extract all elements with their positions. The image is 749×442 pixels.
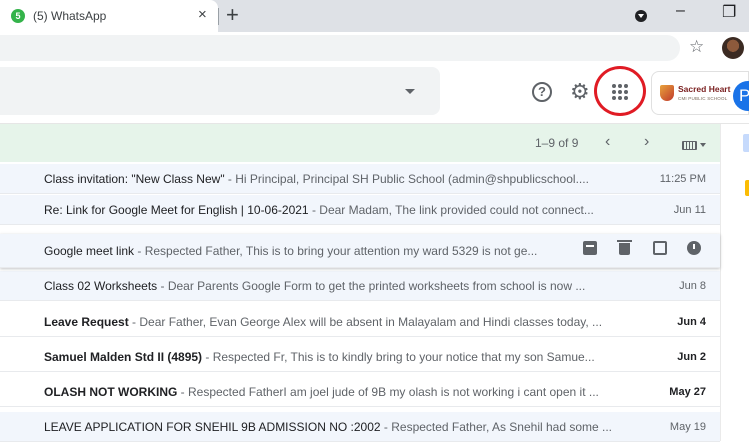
email-subject: OLASH NOT WORKING	[44, 385, 178, 399]
delete-icon[interactable]	[617, 240, 632, 255]
help-icon[interactable]: ?	[532, 82, 552, 102]
input-tools-keyboard-icon[interactable]	[682, 141, 697, 150]
search-options-dropdown-icon[interactable]	[405, 89, 415, 94]
email-summary: Class invitation: "New Class New" - Hi P…	[44, 172, 619, 186]
restore-window-button[interactable]: ❐	[722, 2, 736, 22]
email-row[interactable]: LEAVE APPLICATION FOR SNEHIL 9B ADMISSIO…	[0, 412, 720, 442]
email-row[interactable]: Re: Link for Google Meet for English | 1…	[0, 195, 720, 225]
browser-profile-avatar[interactable]	[722, 37, 744, 59]
side-panel-strip	[720, 124, 749, 441]
email-snippet: - Dear Madam, The link provided could no…	[308, 203, 594, 217]
email-snippet: - Respected FatherI am joel jude of 9B m…	[177, 385, 599, 399]
whatsapp-favicon-icon: 5	[11, 9, 25, 23]
email-summary: Leave Request - Dear Father, Evan George…	[44, 315, 619, 329]
email-snippet: - Respected Father, This is to bring you…	[134, 244, 538, 258]
pagination-count: 1–9 of 9	[535, 136, 579, 150]
close-tab-icon[interactable]: ×	[198, 7, 207, 23]
address-bar-row	[0, 32, 749, 62]
browser-tab-whatsapp[interactable]: 5 (5) WhatsApp ×	[0, 0, 218, 32]
email-date: Jun 8	[679, 280, 706, 292]
archive-icon[interactable]	[583, 241, 597, 255]
email-subject: LEAVE APPLICATION FOR SNEHIL 9B ADMISSIO…	[44, 420, 381, 434]
school-name: Sacred Heart	[678, 84, 731, 94]
email-summary: LEAVE APPLICATION FOR SNEHIL 9B ADMISSIO…	[44, 420, 619, 434]
row-hover-actions	[583, 240, 713, 258]
email-date: Jun 2	[677, 351, 706, 363]
email-subject: Class invitation: "New Class New"	[44, 172, 225, 186]
keep-addon-icon[interactable]	[745, 180, 749, 196]
browser-tab-strip: 5 (5) WhatsApp × + – ❐	[0, 0, 749, 32]
newer-page-button[interactable]: ‹	[605, 133, 610, 151]
tab-divider	[218, 8, 219, 25]
email-row[interactable]: Google meet link - Respected Father, Thi…	[0, 234, 720, 268]
email-summary: Re: Link for Google Meet for English | 1…	[44, 203, 619, 217]
email-row[interactable]: Class 02 Worksheets - Dear Parents Googl…	[0, 271, 720, 301]
mail-toolbar	[0, 124, 720, 162]
email-snippet: - Respected Fr, This is to kindly bring …	[202, 350, 595, 364]
snooze-icon[interactable]	[687, 241, 701, 255]
email-snippet: - Hi Principal, Principal SH Public Scho…	[224, 172, 589, 186]
minimize-window-button[interactable]: –	[676, 2, 685, 20]
school-crest-icon	[660, 85, 674, 101]
email-date: May 27	[669, 386, 706, 398]
email-subject: Leave Request	[44, 315, 129, 329]
new-tab-button[interactable]: +	[226, 2, 239, 28]
email-snippet: - Dear Father, Evan George Alex will be …	[128, 315, 603, 329]
email-snippet: - Dear Parents Google Form to get the pr…	[157, 279, 586, 293]
email-summary: Google meet link - Respected Father, Thi…	[44, 244, 574, 258]
email-subject: Class 02 Worksheets	[44, 279, 158, 293]
email-date: May 19	[669, 421, 706, 433]
email-date: Jun 11	[673, 204, 706, 216]
email-row[interactable]: Leave Request - Dear Father, Evan George…	[0, 307, 720, 337]
bookmark-star-icon[interactable]: ☆	[689, 37, 704, 57]
email-row[interactable]: Class invitation: "New Class New" - Hi P…	[0, 164, 720, 194]
calendar-addon-icon[interactable]	[743, 134, 749, 152]
older-page-button[interactable]: ›	[644, 133, 649, 151]
tab-title: (5) WhatsApp	[33, 9, 107, 23]
email-date: Jun 4	[677, 316, 706, 328]
email-row[interactable]: OLASH NOT WORKING - Respected FatherI am…	[0, 377, 720, 407]
email-subject: Re: Link for Google Meet for English | 1…	[44, 203, 309, 217]
settings-gear-icon[interactable]: ⚙	[570, 79, 590, 105]
email-summary: Samuel Malden Std II (4895) - Respected …	[44, 350, 619, 364]
email-subject: Samuel Malden Std II (4895)	[44, 350, 203, 364]
email-summary: Class 02 Worksheets - Dear Parents Googl…	[44, 279, 619, 293]
highlight-annotation-circle	[594, 66, 646, 116]
input-tools-dropdown-icon[interactable]	[700, 143, 706, 147]
school-subtitle: CMI PUBLIC SCHOOL	[678, 96, 728, 101]
email-subject: Google meet link	[44, 244, 135, 258]
email-summary: OLASH NOT WORKING - Respected FatherI am…	[44, 385, 619, 399]
email-snippet: - Respected Father, As Snehil had some .…	[380, 420, 613, 434]
email-date: 11:25 PM	[659, 173, 706, 185]
email-row[interactable]: Samuel Malden Std II (4895) - Respected …	[0, 342, 720, 372]
tab-search-dropdown-icon[interactable]	[635, 10, 647, 22]
address-bar[interactable]	[0, 35, 680, 61]
search-mail-input[interactable]	[0, 67, 440, 115]
mark-as-read-icon[interactable]	[653, 241, 667, 255]
